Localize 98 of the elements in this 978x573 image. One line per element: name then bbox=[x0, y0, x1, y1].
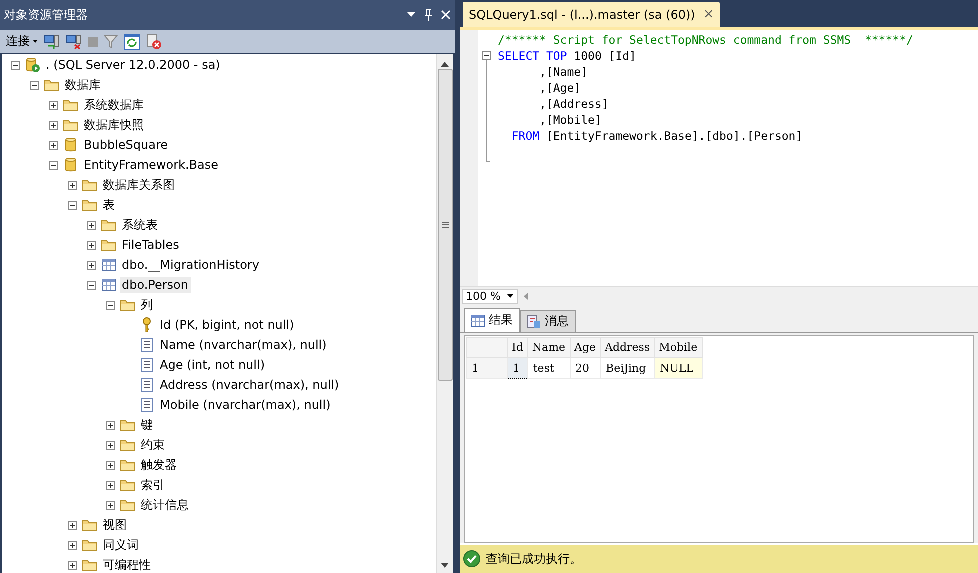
tree-item[interactable]: 系统数据库 bbox=[82, 96, 146, 114]
caret-icon[interactable] bbox=[33, 40, 38, 43]
table-cell[interactable]: 1 bbox=[508, 358, 528, 378]
connect-icon[interactable] bbox=[44, 34, 60, 50]
column-icon bbox=[139, 337, 155, 353]
close-icon[interactable] bbox=[441, 10, 451, 20]
table-icon bbox=[101, 277, 117, 293]
collapse-icon[interactable] bbox=[68, 200, 77, 210]
code-line: ,[Name] bbox=[538, 64, 590, 80]
grid-icon bbox=[471, 314, 485, 326]
column-icon bbox=[139, 357, 155, 373]
scroll-up-icon[interactable] bbox=[441, 62, 449, 67]
expand-icon[interactable] bbox=[87, 220, 96, 230]
expand-icon[interactable] bbox=[49, 100, 58, 110]
success-icon bbox=[463, 550, 481, 568]
tree-item[interactable]: 键 bbox=[139, 416, 155, 434]
tree-item[interactable]: dbo.__MigrationHistory bbox=[120, 257, 262, 273]
column-header[interactable]: Name bbox=[528, 338, 570, 358]
expand-icon[interactable] bbox=[106, 460, 115, 470]
expand-icon[interactable] bbox=[106, 480, 115, 490]
scrollbar[interactable] bbox=[436, 54, 453, 573]
expand-icon[interactable] bbox=[68, 180, 77, 190]
tree-item[interactable]: 数据库快照 bbox=[82, 116, 146, 134]
caret-icon[interactable] bbox=[507, 294, 514, 298]
tree-item[interactable]: Age (int, not null) bbox=[158, 357, 268, 373]
row-number: 1 bbox=[466, 358, 508, 378]
tree-item[interactable]: FileTables bbox=[120, 237, 182, 253]
database-icon bbox=[63, 157, 79, 173]
column-header[interactable]: Age bbox=[570, 338, 601, 358]
disconnect-icon[interactable] bbox=[66, 34, 82, 50]
tree-item[interactable]: 系统表 bbox=[120, 216, 160, 234]
expand-icon[interactable] bbox=[106, 420, 115, 430]
filter-icon[interactable] bbox=[104, 34, 118, 48]
collapse-icon[interactable] bbox=[49, 160, 58, 170]
column-icon bbox=[139, 377, 155, 393]
messages-icon bbox=[527, 314, 541, 328]
column-icon bbox=[139, 397, 155, 413]
table-cell[interactable]: test bbox=[528, 358, 570, 378]
pin-icon[interactable] bbox=[424, 9, 433, 21]
dropdown-icon[interactable] bbox=[407, 12, 416, 18]
panel-title: 对象资源管理器 bbox=[4, 6, 89, 24]
refresh-icon[interactable] bbox=[124, 34, 140, 50]
expand-icon[interactable] bbox=[106, 440, 115, 450]
column-header[interactable]: Id bbox=[508, 338, 528, 358]
results-tab[interactable]: 结果 bbox=[464, 308, 520, 332]
tree-item[interactable]: Name (nvarchar(max), null) bbox=[158, 337, 329, 353]
results-tab[interactable]: 消息 bbox=[520, 310, 576, 332]
code-fold-icon[interactable] bbox=[482, 51, 491, 163]
connect-button[interactable]: 连接 bbox=[6, 33, 38, 50]
tree-item[interactable]: Mobile (nvarchar(max), null) bbox=[158, 397, 333, 413]
table-cell[interactable]: 20 bbox=[570, 358, 601, 378]
tree-item[interactable]: 同义词 bbox=[101, 536, 141, 554]
grip-icon[interactable] bbox=[442, 222, 448, 228]
collapse-icon[interactable] bbox=[106, 300, 115, 310]
expand-icon[interactable] bbox=[68, 560, 77, 570]
code-line: ,[Age] bbox=[538, 80, 582, 96]
expand-icon[interactable] bbox=[68, 520, 77, 530]
server-icon bbox=[25, 57, 41, 73]
database-icon bbox=[63, 137, 79, 153]
code-line: FROM [EntityFramework.Base].[dbo].[Person] bbox=[510, 128, 804, 144]
tree-item[interactable]: BubbleSquare bbox=[82, 137, 170, 153]
tree-item[interactable]: Address (nvarchar(max), null) bbox=[158, 377, 342, 393]
tree-item[interactable]: 视图 bbox=[101, 516, 129, 534]
column-header[interactable]: Mobile bbox=[654, 338, 702, 358]
table-icon bbox=[101, 257, 117, 273]
code-line: SELECT TOP 1000 [Id] bbox=[498, 48, 638, 64]
tree-item[interactable]: 约束 bbox=[139, 436, 167, 454]
tree-item[interactable]: 可编程性 bbox=[101, 556, 153, 573]
expand-icon[interactable] bbox=[106, 500, 115, 510]
tree-item[interactable]: . (SQL Server 12.0.2000 - sa) bbox=[44, 57, 222, 73]
tree-item[interactable]: 统计信息 bbox=[139, 496, 191, 514]
expand-icon[interactable] bbox=[68, 540, 77, 550]
expand-icon[interactable] bbox=[49, 120, 58, 130]
tree-item[interactable]: 触发器 bbox=[139, 456, 179, 474]
tree-item[interactable]: EntityFramework.Base bbox=[82, 157, 220, 173]
tree-item[interactable]: 数据库 bbox=[63, 76, 103, 94]
tree-item[interactable]: 索引 bbox=[139, 476, 167, 494]
expand-icon[interactable] bbox=[49, 140, 58, 150]
collapse-icon[interactable] bbox=[11, 60, 20, 70]
tree-item[interactable]: 数据库关系图 bbox=[101, 176, 177, 194]
expand-icon[interactable] bbox=[87, 240, 96, 250]
tree-item[interactable]: dbo.Person bbox=[120, 277, 191, 293]
collapse-icon[interactable] bbox=[87, 280, 96, 290]
status-message: 查询已成功执行。 bbox=[486, 550, 582, 568]
expand-icon[interactable] bbox=[87, 260, 96, 270]
stop-script-icon[interactable] bbox=[146, 34, 162, 50]
document-tab[interactable]: SQLQuery1.sql - (l...).master (sa (60)) × bbox=[463, 2, 720, 27]
code-line: /****** Script for SelectTopNRows command from SSMS ******/ bbox=[498, 32, 914, 48]
collapse-icon[interactable] bbox=[30, 80, 39, 90]
tree-item[interactable]: 表 bbox=[101, 196, 117, 214]
zoom-dropdown[interactable]: 100 % bbox=[462, 288, 518, 304]
table-cell[interactable]: NULL bbox=[654, 358, 702, 378]
code-line: ,[Address] bbox=[538, 96, 610, 112]
scroll-down-icon[interactable] bbox=[441, 563, 449, 568]
tree-item[interactable]: 列 bbox=[139, 296, 155, 314]
tree-item[interactable]: Id (PK, bigint, not null) bbox=[158, 317, 296, 333]
column-header[interactable]: Address bbox=[600, 338, 655, 358]
code-line: ,[Mobile] bbox=[538, 112, 603, 128]
